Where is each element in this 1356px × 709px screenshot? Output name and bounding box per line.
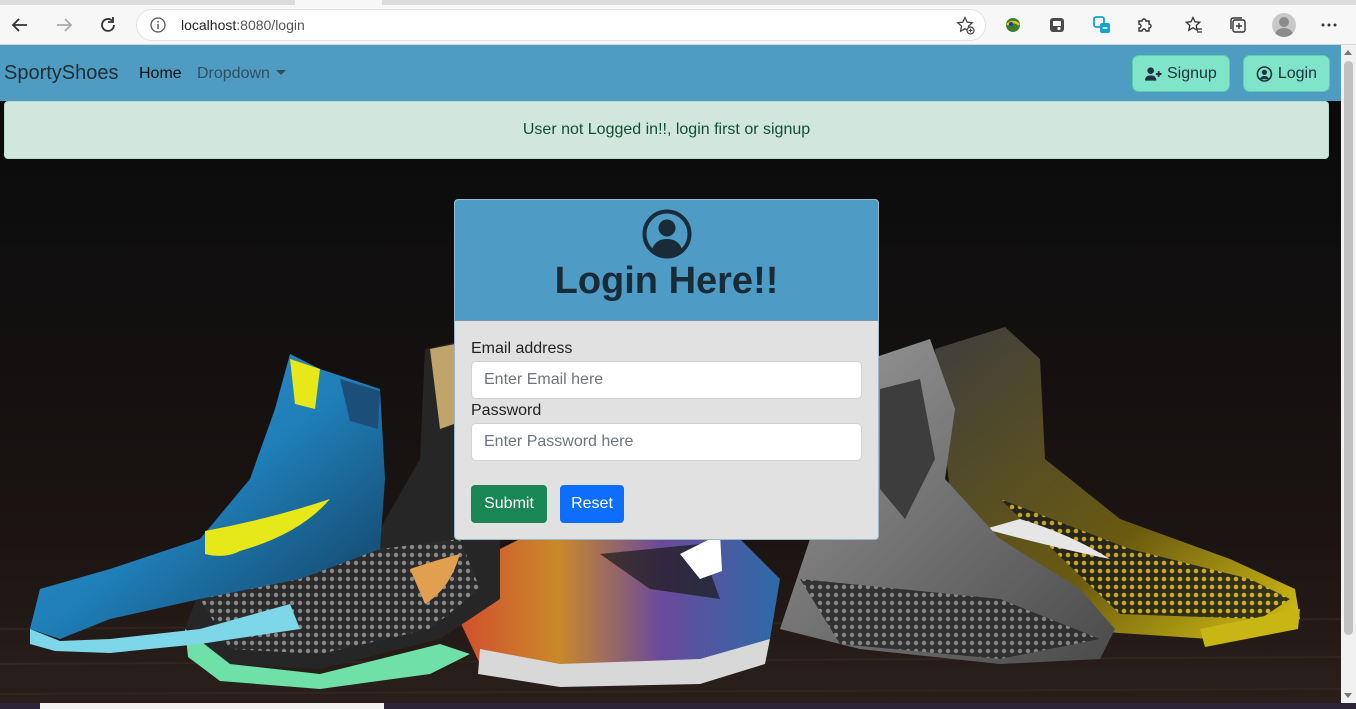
email-label: Email address: [471, 340, 573, 357]
extension-icon[interactable]: [999, 11, 1027, 39]
login-card: Login Here!! Email address Enter Email h…: [454, 199, 879, 540]
page-scrollbar[interactable]: [1341, 45, 1356, 703]
password-field[interactable]: Enter Password here: [471, 423, 862, 461]
nav-home-link[interactable]: Home: [139, 65, 182, 83]
url-host: localhost: [181, 17, 237, 33]
user-circle-icon: [642, 209, 692, 259]
caret-down-icon: [275, 70, 286, 75]
navbar: SportyShoes Home Dropdown Signup Login: [0, 45, 1341, 101]
email-field[interactable]: Enter Email here: [471, 361, 862, 399]
user-circle-icon: [1256, 65, 1273, 82]
add-favorite-icon[interactable]: [955, 15, 975, 35]
scrollbar-thumb[interactable]: [1344, 61, 1353, 635]
more-icon[interactable]: [1315, 11, 1343, 39]
scroll-up-icon[interactable]: [1344, 50, 1352, 55]
login-form: Email address Enter Email here Password …: [455, 321, 878, 539]
signup-label: Signup: [1167, 64, 1217, 82]
browser-toolbar: localhost:8080/login: [0, 5, 1356, 45]
url-text[interactable]: localhost:8080/login: [181, 17, 305, 33]
favorites-icon[interactable]: [1180, 11, 1208, 39]
puzzle-icon[interactable]: [1131, 11, 1159, 39]
alert-message: User not Logged in!!, login first or sig…: [522, 121, 811, 138]
email-placeholder: Enter Email here: [484, 371, 604, 388]
reload-icon[interactable]: [94, 11, 122, 39]
collections-icon[interactable]: [1224, 11, 1252, 39]
brand-logo-text[interactable]: SportyShoes: [4, 62, 119, 85]
forward-arrow-icon[interactable]: [50, 11, 78, 39]
back-arrow-icon[interactable]: [6, 11, 34, 39]
login-nav-label: Login: [1277, 64, 1317, 82]
address-bar[interactable]: localhost:8080/login: [136, 9, 986, 41]
user-plus-icon: [1145, 66, 1162, 81]
extension-icon[interactable]: [1043, 11, 1071, 39]
taskbar-window-item[interactable]: [40, 703, 384, 709]
url-path: :8080/login: [236, 17, 305, 33]
submit-button[interactable]: Submit: [471, 485, 547, 523]
info-icon[interactable]: [149, 16, 167, 34]
login-card-header: Login Here!!: [455, 200, 878, 321]
reset-button[interactable]: Reset: [560, 485, 624, 523]
extension-icon[interactable]: [1088, 11, 1116, 39]
login-card-title: Login Here!!: [554, 260, 779, 302]
login-nav-button[interactable]: Login: [1243, 55, 1330, 92]
nav-dropdown-label: Dropdown: [197, 65, 270, 82]
signup-button[interactable]: Signup: [1132, 55, 1230, 92]
password-placeholder: Enter Password here: [484, 433, 634, 450]
login-required-alert: User not Logged in!!, login first or sig…: [4, 101, 1329, 159]
page-viewport: SportyShoes Home Dropdown Signup Login U…: [0, 45, 1341, 703]
password-label: Password: [471, 402, 542, 419]
scroll-down-icon[interactable]: [1344, 693, 1352, 698]
nav-dropdown-toggle[interactable]: Dropdown: [197, 65, 286, 83]
os-taskbar: [0, 703, 1356, 709]
profile-avatar[interactable]: [1272, 13, 1296, 37]
